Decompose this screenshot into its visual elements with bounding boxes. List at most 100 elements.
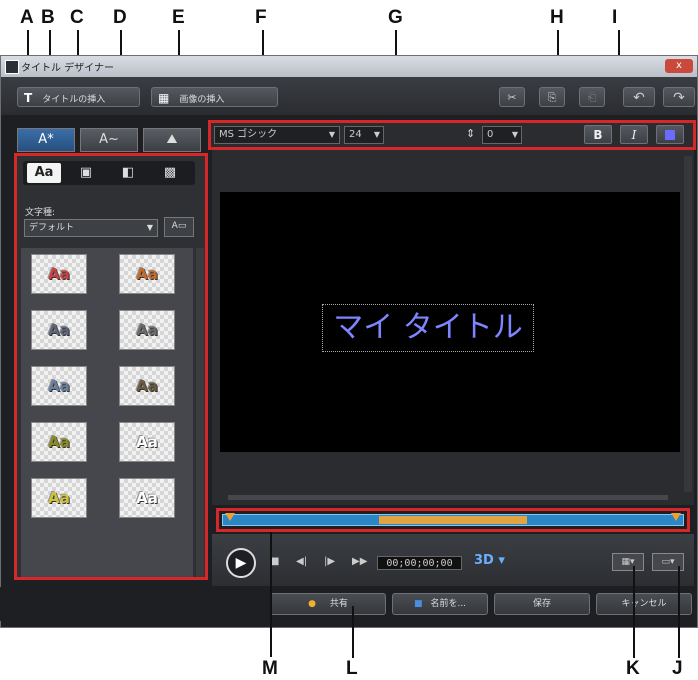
preset-thumb[interactable]: Aa	[31, 366, 87, 406]
timeline-track[interactable]	[222, 513, 684, 526]
save-as-icon: ■	[413, 599, 423, 609]
timecode-display[interactable]: 00;00;00;00	[377, 556, 462, 570]
3d-button[interactable]: 3D ▾	[474, 553, 505, 568]
tab-character-presets[interactable]: A*	[17, 128, 75, 152]
callout-b: B	[41, 7, 55, 28]
preset-thumb[interactable]: Aa	[119, 422, 175, 462]
close-button[interactable]: x	[665, 59, 693, 73]
fast-forward-button[interactable]: ▶▶	[352, 556, 367, 567]
share-button[interactable]: ● 共有	[270, 593, 386, 615]
line-spacing-icon: ⇕	[466, 127, 476, 140]
chevron-down-icon: ▼	[146, 223, 153, 232]
insert-title-icon: T	[24, 91, 33, 105]
font-preview-button[interactable]: A▭	[164, 217, 194, 237]
callout-line-m	[270, 532, 272, 657]
window-titlebar: タイトル デザイナー x	[1, 56, 697, 77]
callout-line-k	[633, 566, 635, 658]
chevron-down-icon: ▼	[328, 130, 335, 139]
insert-title-button[interactable]: T タイトルの挿入	[17, 87, 140, 107]
insert-image-icon: ▦	[158, 91, 170, 105]
text-style-bar: Aa ▣ ◧ ▩	[23, 161, 195, 185]
preset-thumb[interactable]: Aa	[119, 478, 175, 518]
texture-style-button[interactable]: ▩	[153, 163, 187, 183]
font-type-value: デフォルト	[29, 223, 75, 233]
paste-button[interactable]: ⎗	[579, 87, 605, 107]
cut-button[interactable]: ✂	[499, 87, 525, 107]
playback-controls: ▶ ■ ◀| |▶ ▶▶ 00;00;00;00 3D ▾ ▦▾ ▭▾	[212, 534, 694, 586]
callout-d: D	[113, 7, 127, 28]
color-swatch-icon	[665, 130, 675, 140]
title-text-object[interactable]: マイ タイトル	[322, 304, 534, 352]
timeline-start-marker[interactable]	[225, 513, 235, 521]
font-type-dropdown[interactable]: デフォルト ▼	[24, 219, 158, 237]
share-icon: ●	[308, 599, 316, 609]
font-size-dropdown[interactable]: 24 ▼	[344, 126, 384, 144]
redo-button[interactable]: ↷	[663, 87, 695, 107]
insert-image-label: 画像の挿入	[179, 95, 225, 105]
border-style-button[interactable]: ◧	[111, 163, 145, 183]
play-button[interactable]: ▶	[226, 548, 256, 578]
callout-h: H	[550, 7, 564, 28]
safe-zone-button[interactable]: ▦▾	[612, 553, 644, 571]
callout-line-l	[352, 606, 354, 658]
font-size-value: 24	[349, 129, 362, 140]
font-name-value: MS ゴシック	[219, 129, 278, 140]
undo-button[interactable]: ↶	[623, 87, 655, 107]
bold-button[interactable]: B	[584, 125, 612, 144]
next-frame-button[interactable]: |▶	[324, 556, 335, 567]
font-preview-icon: A▭	[171, 221, 187, 231]
play-icon: ▶	[235, 555, 247, 571]
font-type-label: 文字種:	[25, 208, 56, 218]
timeline-end-marker[interactable]	[671, 513, 681, 521]
tab-background[interactable]: ⛰	[143, 128, 201, 152]
save-button[interactable]: 保存	[494, 593, 590, 615]
preset-thumb[interactable]: Aa	[31, 310, 87, 350]
italic-button[interactable]: I	[620, 125, 648, 144]
line-spacing-dropdown[interactable]: 0 ▼	[482, 126, 522, 144]
callout-l: L	[346, 658, 358, 679]
font-name-dropdown[interactable]: MS ゴシック ▼	[214, 126, 340, 144]
character-style-button[interactable]: Aa	[27, 163, 61, 183]
chevron-down-icon: ▼	[373, 130, 380, 139]
preview-horizontal-scrollbar[interactable]	[228, 495, 668, 500]
preset-thumb[interactable]: Aa	[31, 254, 87, 294]
insert-image-button[interactable]: ▦ 画像の挿入	[151, 87, 278, 107]
shadow-style-button[interactable]: ▣	[69, 163, 103, 183]
preset-thumb[interactable]: Aa	[119, 366, 175, 406]
tab-motion[interactable]: A~	[80, 128, 138, 152]
title-duration-segment[interactable]	[379, 516, 527, 524]
share-label: 共有	[329, 599, 348, 609]
callout-k: K	[626, 658, 640, 679]
window-title: タイトル デザイナー	[21, 63, 114, 74]
callout-i: I	[612, 7, 618, 28]
callout-c: C	[70, 7, 84, 28]
preset-scrollbar[interactable]	[196, 248, 204, 578]
preset-grid: Aa Aa Aa Aa Aa Aa Aa Aa Aa Aa	[21, 248, 193, 578]
line-spacing-value: 0	[487, 129, 494, 140]
callout-m: M	[262, 658, 278, 679]
callout-a: A	[20, 7, 34, 28]
font-format-bar: MS ゴシック ▼ 24 ▼ ⇕ 0 ▼ B I	[208, 122, 693, 148]
preview-vertical-scrollbar[interactable]	[684, 156, 692, 492]
save-as-button[interactable]: ■ 名前を...	[392, 593, 488, 615]
preset-thumb[interactable]: Aa	[31, 478, 87, 518]
callout-line-j	[678, 566, 680, 658]
save-as-label: 名前を...	[430, 599, 467, 609]
insert-title-label: タイトルの挿入	[42, 95, 106, 105]
copy-button[interactable]: ⎘	[539, 87, 565, 107]
preset-thumb[interactable]: Aa	[119, 254, 175, 294]
previous-frame-button[interactable]: ◀|	[296, 556, 307, 567]
callout-j: J	[672, 658, 683, 679]
callout-f: F	[255, 7, 267, 28]
preset-thumb[interactable]: Aa	[31, 422, 87, 462]
left-panel: Aa ▣ ◧ ▩ 文字種: デフォルト ▼ A▭ Aa Aa Aa Aa Aa …	[15, 153, 206, 580]
chevron-down-icon: ▼	[511, 130, 518, 139]
monitor-icon: ▭▾	[661, 557, 675, 567]
text-color-button[interactable]	[656, 125, 684, 144]
bottom-bar: ● 共有 ■ 名前を... 保存 キャンセル	[0, 587, 696, 621]
app-icon	[5, 60, 19, 74]
preset-thumb[interactable]: Aa	[119, 310, 175, 350]
3d-label: 3D	[474, 553, 494, 568]
callout-e: E	[172, 7, 185, 28]
callout-g: G	[388, 7, 403, 28]
